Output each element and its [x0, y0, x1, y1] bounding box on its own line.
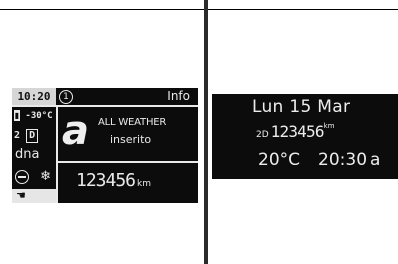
odometer: 123456 km [76, 170, 151, 191]
trip-odometer-unit: km [323, 122, 335, 130]
mode-message-title: ALL WEATHER [98, 117, 167, 128]
hand-icon: ☚ [12, 189, 56, 203]
gear-number: 2 [14, 130, 21, 141]
thermometer-icon: ▮ [14, 110, 20, 121]
info-label: Info [167, 89, 190, 103]
outside-temperature: ▮ -30°C [12, 109, 56, 124]
trip-indicator: 2D [256, 130, 269, 140]
dna-selector-label: dna [15, 147, 40, 162]
mode-letter: a [62, 108, 89, 154]
display-top-bar: 10:20 1 Info [12, 88, 198, 107]
mode-message-status: inserito [110, 133, 152, 146]
clock-readout: 10:20 [12, 88, 56, 105]
seat-icon [15, 169, 29, 184]
center-divider-line [204, 0, 208, 264]
outside-temperature-right: 20°C [258, 150, 301, 170]
right-instrument-display: Lun 15 Mar 2D 123456km 20°C 20:30 a [212, 94, 398, 179]
snowflake-icon: ❄ [40, 169, 51, 184]
top-divider-line [0, 9, 398, 10]
odometer-value: 123456 [76, 170, 136, 191]
info-page-number: 1 [59, 90, 73, 104]
time-ampm: a [370, 150, 381, 170]
comfort-icons-row: ❄ [12, 166, 56, 184]
date-readout: Lun 15 Mar [252, 97, 351, 117]
left-instrument-display: 10:20 1 Info ▮ -30°C 2 D dna ❄ ☚ a ALL W… [12, 88, 198, 203]
trip-odometer-row: 2D 123456km [256, 122, 335, 141]
trip-odometer-value: 123456 [270, 122, 325, 141]
temperature-value: -30°C [25, 111, 53, 121]
mode-message-panel: a ALL WEATHER inserito [58, 107, 198, 163]
temperature-time-row: 20°C 20:30 a [258, 150, 380, 170]
gear-letter: D [26, 129, 39, 143]
time-readout: 20:30 [318, 150, 368, 170]
gear-indicator: 2 D [12, 128, 56, 144]
status-sidebar: ▮ -30°C 2 D dna ❄ ☚ [12, 107, 58, 203]
odometer-unit: km [137, 179, 152, 189]
